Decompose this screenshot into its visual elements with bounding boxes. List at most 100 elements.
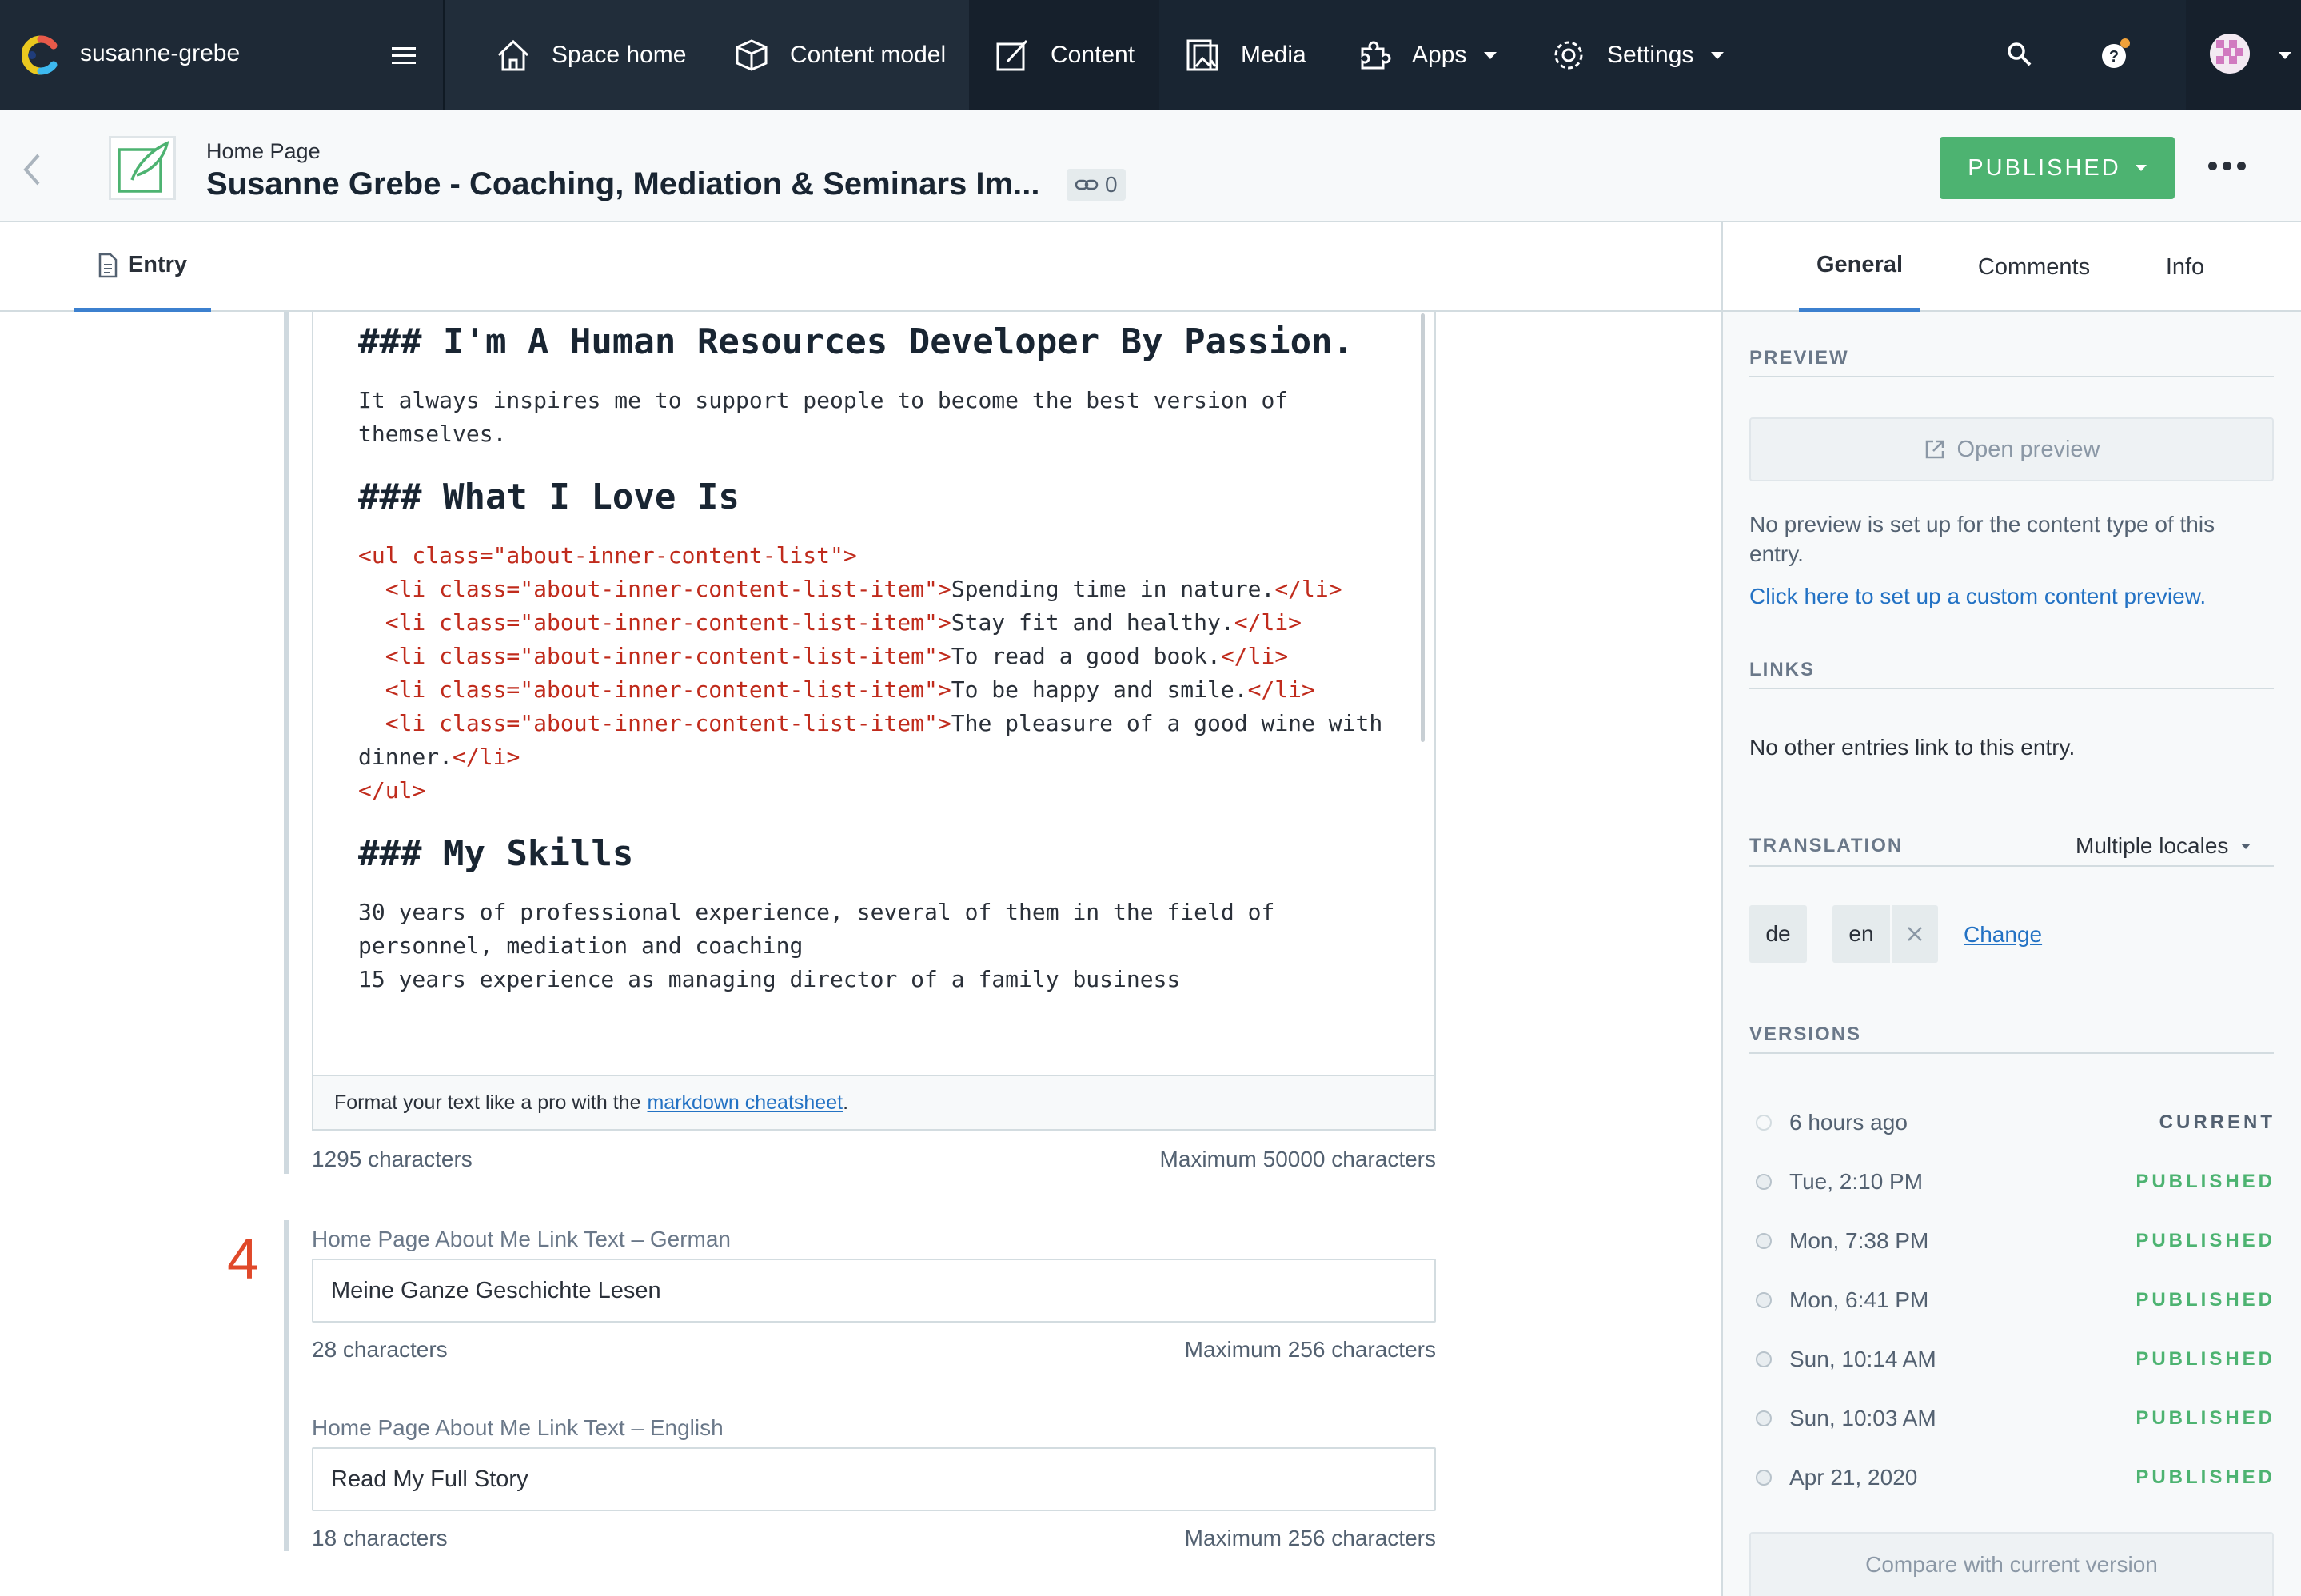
version-time: Mon, 7:38 PM	[1789, 1228, 1929, 1253]
html-tag: </li>	[1274, 576, 1342, 602]
tab-general[interactable]: General	[1799, 222, 1920, 312]
chevron-down-icon	[1711, 51, 1725, 59]
html-tag: <li class="about-inner-content-list-item…	[358, 609, 951, 636]
translation-heading: TRANSLATION	[1749, 835, 1904, 856]
markdown-content[interactable]: ### I'm A Human Resources Developer By P…	[358, 312, 1422, 996]
editor-line: <li class="about-inner-content-list-item…	[358, 606, 1422, 640]
version-radio[interactable]	[1756, 1410, 1772, 1426]
nav-label: Content	[1051, 42, 1135, 68]
version-status: PUBLISHED	[2136, 1230, 2275, 1251]
back-arrow-icon[interactable]	[21, 152, 45, 187]
divider	[1749, 688, 2274, 689]
version-row[interactable]: Sun, 10:03 AM PUBLISHED	[1756, 1402, 2275, 1434]
editor-line: 15 years experience as managing director…	[358, 966, 1181, 992]
references-count: 0	[1105, 172, 1118, 197]
character-count: 28 characters	[312, 1337, 448, 1362]
character-max: Maximum 256 characters	[1184, 1337, 1436, 1362]
nav-label: Space home	[552, 42, 687, 68]
open-preview-button[interactable]: Open preview	[1749, 417, 2274, 481]
version-row[interactable]: Mon, 6:41 PM PUBLISHED	[1756, 1284, 2275, 1316]
preview-note: No preview is set up for the content typ…	[1749, 512, 2215, 566]
link-text-english-input[interactable]: Read My Full Story	[312, 1447, 1436, 1511]
nav-media[interactable]: Media	[1185, 0, 1306, 110]
status-button[interactable]: PUBLISHED	[1940, 137, 2175, 199]
editor-line: personnel, mediation and coaching	[358, 932, 804, 959]
version-time: Sun, 10:14 AM	[1789, 1347, 1936, 1371]
more-actions-icon[interactable]	[2208, 162, 2246, 170]
link-text-german-input[interactable]: Meine Ganze Geschichte Lesen	[312, 1259, 1436, 1323]
help-icon[interactable]: ?	[2098, 38, 2133, 70]
editor-line: <li class="about-inner-content-list-item…	[358, 673, 1422, 707]
version-row[interactable]: Tue, 2:10 PM PUBLISHED	[1756, 1166, 2275, 1198]
editor-scrollbar[interactable]	[1421, 313, 1425, 742]
version-row[interactable]: 6 hours ago CURRENT	[1756, 1107, 2275, 1139]
avatar[interactable]	[2210, 34, 2250, 74]
html-tag: </li>	[1234, 609, 1302, 636]
editor-line: 30 years of professional experience, sev…	[358, 899, 1275, 925]
version-radio[interactable]	[1756, 1233, 1772, 1249]
nav-content-model[interactable]: Content model	[734, 0, 946, 110]
editor-line: <ul class="about-inner-content-list">	[358, 542, 857, 569]
tab-comments[interactable]: Comments	[1972, 222, 2096, 312]
version-status: CURRENT	[2159, 1111, 2275, 1133]
settings-icon	[1554, 41, 1583, 70]
version-radio[interactable]	[1756, 1470, 1772, 1486]
list-item-text: dinner.	[358, 744, 453, 770]
list-item-text: The pleasure of a good wine with	[951, 710, 1383, 736]
version-status: PUBLISHED	[2136, 1407, 2275, 1429]
locale-tag-en: en	[1832, 905, 1890, 963]
contentful-logo-icon[interactable]	[22, 34, 60, 76]
editor-heading: ### I'm A Human Resources Developer By P…	[358, 321, 1354, 362]
search-icon[interactable]	[2005, 40, 2034, 69]
version-row[interactable]: Mon, 7:38 PM PUBLISHED	[1756, 1225, 2275, 1257]
editor-heading: ### What I Love Is	[358, 477, 740, 517]
version-radio[interactable]	[1756, 1292, 1772, 1308]
links-note: No other entries link to this entry.	[1749, 735, 2076, 760]
cheat-suffix: .	[843, 1091, 849, 1114]
markdown-help: Format your text like a pro with the mark…	[312, 1075, 1436, 1131]
field-indicator	[284, 312, 289, 1174]
nav-apps[interactable]: Apps	[1356, 0, 1497, 110]
apps-icon	[1361, 41, 1391, 70]
entry-title: Susanne Grebe - Coaching, Mediation & Se…	[206, 166, 1040, 201]
chevron-down-icon	[2135, 165, 2147, 171]
version-time: 6 hours ago	[1789, 1110, 1908, 1135]
version-time: Tue, 2:10 PM	[1789, 1169, 1924, 1194]
html-tag: </li>	[1220, 643, 1289, 669]
divider	[1749, 865, 2274, 867]
references-badge[interactable]: 0	[1067, 169, 1126, 201]
version-row[interactable]: Sun, 10:14 AM PUBLISHED	[1756, 1343, 2275, 1375]
version-status: PUBLISHED	[2136, 1466, 2275, 1488]
remove-locale-button[interactable]	[1892, 905, 1938, 963]
chevron-down-icon[interactable]	[2279, 52, 2291, 59]
content-type-name: Home Page	[206, 139, 321, 163]
field-indicator	[284, 1220, 289, 1551]
markdown-editor[interactable]: ### I'm A Human Resources Developer By P…	[312, 312, 1436, 1131]
change-locales-link[interactable]: Change	[1964, 922, 2042, 948]
tab-label: Entry	[127, 252, 188, 277]
editor-line: It always inspires me to support people …	[358, 387, 1289, 413]
menu-icon[interactable]	[390, 46, 417, 66]
nav-content[interactable]: Content	[969, 0, 1159, 110]
version-status: PUBLISHED	[2136, 1171, 2275, 1192]
tab-entry[interactable]: Entry	[74, 222, 211, 312]
version-radio[interactable]	[1756, 1174, 1772, 1190]
editor-heading: ### My Skills	[358, 833, 634, 874]
svg-text:?: ?	[2109, 48, 2119, 66]
open-preview-label: Open preview	[1956, 436, 2100, 462]
markdown-cheatsheet-link[interactable]: markdown cheatsheet	[647, 1091, 843, 1115]
nav-settings[interactable]: Settings	[1551, 0, 1725, 110]
compare-versions-button[interactable]: Compare with current version	[1749, 1532, 2274, 1596]
custom-preview-link[interactable]: Click here to set up a custom content pr…	[1749, 584, 2206, 609]
version-radio[interactable]	[1756, 1115, 1772, 1131]
versions-heading: VERSIONS	[1749, 1023, 1862, 1045]
nav-space-home[interactable]: Space home	[496, 0, 686, 110]
chevron-down-icon	[2241, 843, 2251, 849]
list-item-text: Spending time in nature.	[951, 576, 1275, 602]
version-radio[interactable]	[1756, 1351, 1772, 1367]
field-label-english: Home Page About Me Link Text – English	[312, 1415, 724, 1440]
version-row[interactable]: Apr 21, 2020 PUBLISHED	[1756, 1462, 2275, 1494]
tab-info[interactable]: Info	[2159, 222, 2211, 312]
space-name[interactable]: susanne-grebe	[80, 40, 240, 67]
locale-select[interactable]: Multiple locales	[2076, 833, 2251, 859]
